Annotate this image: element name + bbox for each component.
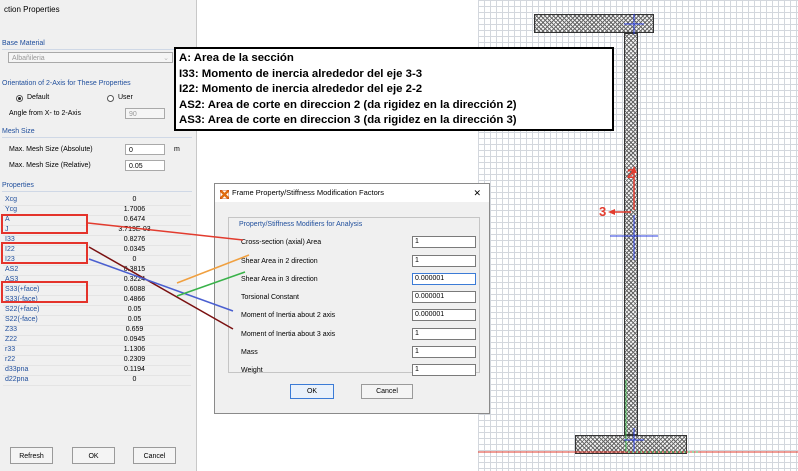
property-value: 0	[132, 376, 137, 383]
modifier-input[interactable]: 0.000001	[412, 309, 476, 321]
highlight-box-as2-as3	[1, 281, 88, 303]
property-name: d22pna	[5, 376, 29, 383]
axis-3-label: 3	[599, 204, 607, 219]
angle-label: Angle from X- to 2-Axis	[9, 110, 81, 117]
mesh-rel-label: Max. Mesh Size (Relative)	[9, 162, 91, 169]
stiffness-modifiers-dialog: Frame Property/Stiffness Modification Fa…	[214, 183, 490, 414]
radio-user[interactable]	[107, 95, 114, 102]
annotation-line: A: Area de la sección	[179, 52, 294, 64]
property-name: AS2	[5, 266, 19, 273]
property-name: S22(+face)	[5, 306, 40, 313]
property-value: 0.05	[127, 306, 142, 313]
modifier-input[interactable]: 1	[412, 346, 476, 358]
modifier-label: Torsional Constant	[241, 294, 299, 301]
property-value: 0.0945	[123, 336, 146, 343]
refresh-button[interactable]: Refresh	[10, 447, 53, 464]
property-row: d22pna 0	[3, 375, 191, 386]
material-select[interactable]: Albañileria ⌄	[8, 52, 173, 63]
app-icon	[219, 188, 230, 200]
modifier-input[interactable]: 0.000001	[412, 273, 476, 285]
angle-input[interactable]: 90	[125, 108, 165, 119]
modifier-label: Weight	[241, 367, 263, 374]
modifier-input[interactable]: 1	[412, 236, 476, 248]
property-value: 0	[132, 196, 137, 203]
divider	[2, 191, 192, 192]
property-value: 0.6474	[123, 216, 146, 223]
property-name: r33	[5, 346, 16, 353]
property-value: 0.6088	[123, 286, 146, 293]
modifier-label: Cross-section (axial) Area	[241, 239, 322, 246]
annotation-line: I33: Momento de inercia alrededor del ej…	[179, 67, 423, 80]
modifier-label: Shear Area in 3 direction	[241, 276, 318, 283]
property-value: 0.1194	[124, 366, 145, 373]
divider	[2, 137, 192, 138]
radio-default-label: Default	[27, 94, 50, 101]
property-name: r22	[5, 356, 16, 363]
chevron-down-icon: ⌄	[163, 55, 169, 62]
property-value: 0.3815	[123, 266, 146, 273]
mesh-size-heading: Mesh Size	[2, 128, 35, 135]
property-value: 0.659	[125, 326, 144, 333]
radio-default[interactable]	[16, 95, 23, 102]
modifier-label: Moment of Inertia about 2 axis	[241, 312, 336, 319]
material-value: Albañileria	[12, 55, 45, 62]
radio-user-label: User	[118, 94, 133, 101]
mesh-abs-input[interactable]: 0	[125, 144, 165, 155]
section-properties-panel: ction Properties Base Material Albañiler…	[0, 0, 197, 471]
dialog-ok-button[interactable]: OK	[290, 384, 334, 399]
property-value: 0	[132, 256, 137, 263]
property-name: d33pna	[5, 366, 29, 373]
group-title: Property/Stiffness Modifiers for Analysi…	[239, 221, 363, 228]
axis-2-label: 2	[627, 166, 635, 181]
property-value: 0.05	[127, 316, 142, 323]
annotation-line: I22: Momento de inercia alrededor del ej…	[179, 83, 423, 95]
property-value: 3.719E-03	[118, 226, 151, 233]
annotation-box: A: Area de la sección I33: Momento de ine…	[174, 47, 614, 131]
highlight-box-a	[1, 214, 88, 234]
divider	[2, 49, 192, 50]
mesh-abs-unit: m	[174, 146, 180, 153]
property-value: 1.7006	[123, 206, 146, 213]
property-value: 0.4866	[123, 296, 146, 303]
modifier-label: Moment of Inertia about 3 axis	[241, 331, 336, 338]
cancel-button[interactable]: Cancel	[133, 447, 176, 464]
modifier-label: Shear Area in 2 direction	[241, 258, 318, 265]
property-name: S22(-face)	[5, 316, 38, 323]
axis-3-arrowhead	[608, 209, 615, 215]
mesh-abs-label: Max. Mesh Size (Absolute)	[9, 146, 93, 153]
property-value: 0.3224	[123, 276, 146, 283]
dialog-title: Frame Property/Stiffness Modification Fa…	[232, 188, 384, 197]
base-material-heading: Base Material	[2, 40, 45, 47]
modifiers-group: Property/Stiffness Modifiers for Analysi…	[228, 217, 480, 376]
modifier-input[interactable]: 1	[412, 255, 476, 267]
modifier-input[interactable]: 1	[412, 364, 476, 376]
modifier-label: Mass	[241, 349, 258, 356]
highlight-box-i33-i22	[1, 242, 88, 264]
dialog-cancel-button[interactable]: Cancel	[361, 384, 413, 399]
dialog-titlebar: Frame Property/Stiffness Modification Fa…	[215, 184, 489, 202]
modifier-input[interactable]: 1	[412, 328, 476, 340]
property-name: Z22	[5, 336, 18, 343]
property-value: 0.2309	[123, 356, 146, 363]
close-icon[interactable]: ✕	[473, 184, 481, 202]
property-name: Z33	[5, 326, 18, 333]
panel-title: ction Properties	[4, 5, 60, 14]
property-value: 0.8276	[123, 236, 146, 243]
property-name: Xcg	[5, 196, 18, 203]
mesh-rel-input[interactable]: 0.05	[125, 160, 165, 171]
property-value: 1.1306	[123, 346, 146, 353]
property-value: 0.0345	[123, 246, 146, 253]
annotation-line: AS2: Area de corte en direccion 2 (da ri…	[179, 98, 517, 111]
orientation-heading: Orientation of 2-Axis for These Properti…	[2, 80, 131, 87]
modifier-input[interactable]: 0.000001	[412, 291, 476, 303]
properties-heading: Properties	[2, 182, 34, 189]
ok-button[interactable]: OK	[72, 447, 115, 464]
annotation-line: AS3: Area de corte en direccion 3 (da ri…	[179, 114, 517, 126]
